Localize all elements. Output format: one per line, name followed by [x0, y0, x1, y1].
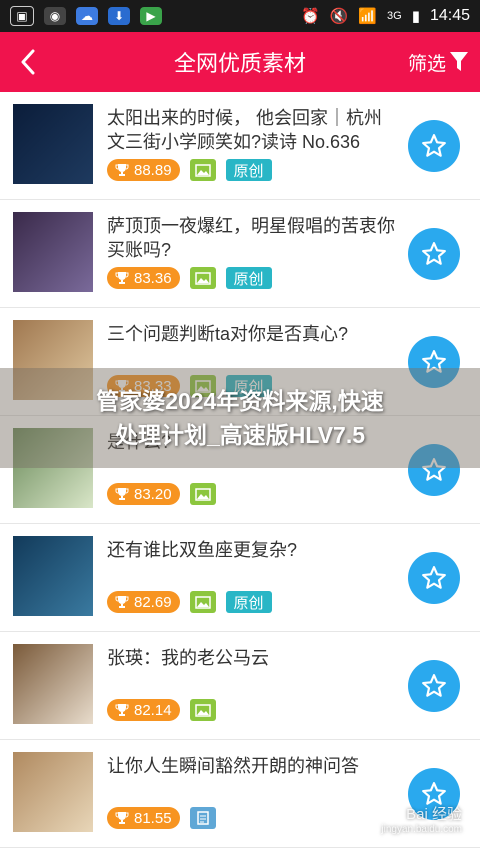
- list-item[interactable]: 还有谁比双鱼座更复杂? 82.69 原创: [0, 524, 480, 632]
- trophy-icon: [115, 272, 129, 284]
- item-thumbnail: [13, 212, 93, 292]
- app-header: 全网优质素材 筛选: [0, 32, 480, 92]
- score-value: 82.69: [134, 593, 172, 611]
- favorite-button[interactable]: [408, 120, 460, 172]
- cloud-notification-icon: ☁: [76, 7, 98, 25]
- item-tags: 88.89 原创: [107, 159, 272, 181]
- picture-icon: [194, 487, 211, 501]
- item-title: 三个问题判断ta对你是否真心?: [107, 324, 349, 344]
- picture-icon: [194, 595, 211, 609]
- star-icon: [422, 134, 446, 157]
- picture-icon: [194, 163, 211, 177]
- image-type-badge: [189, 159, 216, 181]
- score-badge: 81.55: [107, 807, 180, 829]
- item-title: 让你人生瞬间豁然开朗的神问答: [107, 756, 359, 776]
- score-badge: 88.89: [107, 159, 180, 181]
- funnel-icon: [450, 52, 468, 71]
- status-bar: ▣ ◉ ☁ ⬇ ▶ ⏰ 🔇 📶 3G ▮ 14:45: [0, 0, 480, 32]
- network-label: 3G: [387, 10, 402, 22]
- watermark-url: jingyan.baidu.com: [381, 824, 462, 835]
- watermark-brand: Bai 经验: [406, 806, 462, 823]
- original-badge: 原创: [225, 159, 272, 181]
- image-type-badge: [189, 267, 216, 289]
- star-icon: [422, 566, 446, 589]
- baidu-watermark: Bai 经验 jingyan.baidu.com: [381, 803, 462, 835]
- download-notification-icon: ⬇: [108, 7, 130, 25]
- score-badge: 82.14: [107, 699, 180, 721]
- item-thumbnail: [13, 536, 93, 616]
- list-item[interactable]: 张瑛：我的老公马云 82.14: [0, 632, 480, 740]
- overlay-banner: 管家婆2024年资料来源,快速 处理计划_高速版HLV7.5: [0, 368, 480, 468]
- score-value: 81.55: [134, 809, 172, 827]
- item-title: 张瑛：我的老公马云: [107, 648, 269, 668]
- filter-button[interactable]: 筛选: [408, 49, 468, 76]
- wifi-icon: 📶: [358, 8, 377, 25]
- picture-icon: [194, 703, 211, 717]
- score-badge: 82.69: [107, 591, 180, 613]
- camera-notification-icon: ◉: [44, 7, 66, 25]
- item-tags: 81.55: [107, 807, 216, 829]
- clock: 14:45: [429, 7, 470, 24]
- original-badge: 原创: [225, 267, 272, 289]
- original-badge: 原创: [225, 591, 272, 613]
- overlay-line-2: 处理计划_高速版HLV7.5: [114, 422, 366, 448]
- score-value: 83.36: [134, 269, 172, 287]
- item-thumbnail: [13, 104, 93, 184]
- list-item[interactable]: 太阳出来的时候， 他会回家｜杭州文三街小学顾笑如?读诗 No.636 88.89 原…: [0, 92, 480, 200]
- trophy-icon: [115, 488, 129, 500]
- trophy-icon: [115, 812, 129, 824]
- filter-label: 筛选: [407, 53, 446, 75]
- list-item[interactable]: 萨顶顶一夜爆红，明星假唱的苦衷你买账吗? 83.36 原创: [0, 200, 480, 308]
- battery-icon: ▮: [411, 8, 420, 25]
- score-badge: 83.36: [107, 267, 180, 289]
- image-type-badge: [189, 483, 216, 505]
- item-title: 萨顶顶一夜爆红，明星假唱的苦衷你买账吗?: [107, 216, 395, 260]
- trophy-icon: [115, 596, 129, 608]
- document-icon: [196, 811, 209, 825]
- chevron-left-icon: [21, 49, 35, 75]
- item-thumbnail: [13, 644, 93, 724]
- trophy-icon: [115, 164, 129, 176]
- image-type-badge: [189, 699, 216, 721]
- back-button[interactable]: [8, 32, 48, 92]
- favorite-button[interactable]: [408, 552, 460, 604]
- item-tags: 83.36 原创: [107, 267, 272, 289]
- image-type-badge: [189, 591, 216, 613]
- score-value: 82.14: [134, 701, 172, 719]
- score-value: 83.20: [134, 485, 172, 503]
- star-icon: [422, 674, 446, 697]
- content-list: 太阳出来的时候， 他会回家｜杭州文三街小学顾笑如?读诗 No.636 88.89 原…: [0, 92, 480, 848]
- app-notification-icon: ▶: [140, 7, 162, 25]
- item-tags: 83.20: [107, 483, 216, 505]
- item-tags: 82.69 原创: [107, 591, 272, 613]
- alarm-icon: ⏰: [300, 8, 320, 25]
- favorite-button[interactable]: [408, 228, 460, 280]
- trophy-icon: [115, 704, 129, 716]
- item-title: 还有谁比双鱼座更复杂?: [107, 540, 298, 560]
- favorite-button[interactable]: [408, 660, 460, 712]
- item-thumbnail: [13, 752, 93, 832]
- image-notification-icon: ▣: [10, 6, 34, 26]
- document-type-badge: [189, 807, 216, 829]
- item-title: 太阳出来的时候， 他会回家｜杭州文三街小学顾笑如?读诗 No.636: [107, 108, 382, 152]
- score-value: 88.89: [134, 161, 172, 179]
- star-icon: [422, 242, 446, 265]
- item-tags: 82.14: [107, 699, 216, 721]
- score-badge: 83.20: [107, 483, 180, 505]
- picture-icon: [194, 271, 211, 285]
- mute-icon: 🔇: [329, 8, 349, 25]
- overlay-line-1: 管家婆2024年资料来源,快速: [96, 388, 384, 414]
